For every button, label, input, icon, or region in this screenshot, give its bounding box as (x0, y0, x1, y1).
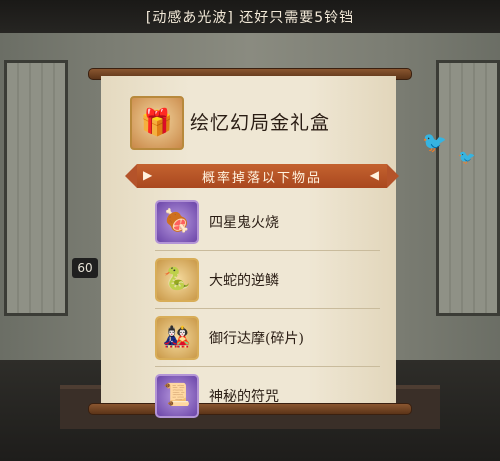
serpent-scale-icon: 🐍 (155, 257, 199, 302)
background-panel-right (436, 60, 500, 316)
gift-title: 绘忆幻局金礼盒 (190, 112, 331, 134)
drop-item[interactable]: 🎎 御行达摩(碎片) (155, 309, 380, 367)
drop-item-name: 御行达摩(碎片) (209, 330, 304, 347)
bird-icon: 🐦 (422, 130, 447, 154)
drop-list-header: ▶ 概率掉落以下物品 ◀ (125, 164, 399, 188)
drop-list-header-text: 概率掉落以下物品 (201, 170, 322, 186)
daruma-fragment-icon: 🎎 (155, 315, 199, 360)
drop-item[interactable]: 🍖 四星鬼火烧 (155, 193, 380, 251)
drop-item-name: 四星鬼火烧 (209, 214, 279, 231)
triangle-left-icon: ◀ (369, 168, 381, 182)
drop-item-name: 神秘的符咒 (209, 388, 279, 405)
gift-box-icon: 🎁 (130, 96, 184, 150)
ghost-fire-barbecue-icon: 🍖 (155, 199, 199, 244)
drop-item[interactable]: 🐍 大蛇的逆鳞 (155, 251, 380, 309)
banner-text: [动感あ光波] 还好只需要5铃铛 (145, 9, 355, 26)
bird-icon: 🐦 (458, 150, 476, 166)
triangle-right-icon: ▶ (143, 168, 155, 182)
chat-banner: [动感あ光波] 还好只需要5铃铛 (0, 0, 500, 33)
background-panel-left (4, 60, 68, 316)
mysterious-talisman-icon: 📜 (155, 373, 199, 418)
drop-item-list: 🍖 四星鬼火烧 🐍 大蛇的逆鳞 🎎 御行达摩(碎片) 📜 神秘的符咒 (155, 193, 380, 424)
drop-item-name: 大蛇的逆鳞 (209, 272, 279, 289)
player-level-badge[interactable]: 60 (72, 258, 98, 278)
drop-item[interactable]: 📜 神秘的符咒 (155, 367, 380, 424)
player-level: 60 (77, 261, 93, 275)
